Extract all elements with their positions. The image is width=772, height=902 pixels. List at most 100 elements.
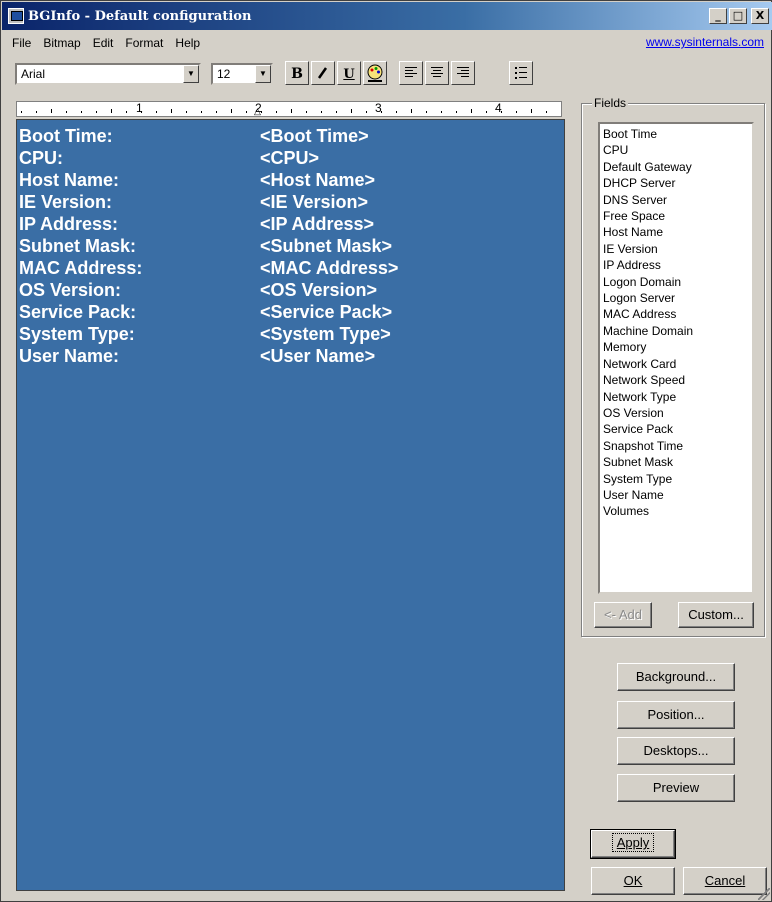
field-label: User Name:: [19, 346, 120, 366]
ruler-tick: [411, 109, 412, 113]
field-placeholder: <User Name>: [260, 346, 376, 366]
editor-line: CPU: <CPU>: [17, 147, 564, 169]
sysinternals-link[interactable]: www.sysinternals.com: [646, 35, 764, 49]
ruler-tick: [531, 109, 532, 113]
editor-line: System Type: <System Type>: [17, 323, 564, 345]
resize-grip-icon[interactable]: [758, 888, 770, 900]
add-field-button[interactable]: <- Add: [594, 602, 652, 628]
ruler-tick: [321, 111, 322, 113]
field-placeholder: <MAC Address>: [260, 258, 399, 278]
close-button[interactable]: X: [751, 8, 769, 24]
field-list-item[interactable]: Default Gateway: [603, 159, 749, 175]
align-left-icon: [405, 67, 417, 79]
field-list-item[interactable]: Volumes: [603, 503, 749, 519]
apply-button-label: Apply: [611, 833, 655, 852]
field-list-item[interactable]: Network Speed: [603, 372, 749, 388]
field-placeholder: <System Type>: [260, 324, 391, 344]
rich-text-editor[interactable]: Boot Time: <Boot Time> CPU: <CPU> Host Name:…: [16, 119, 565, 891]
menu-bitmap[interactable]: Bitmap: [37, 36, 86, 50]
field-list-item[interactable]: Network Type: [603, 389, 749, 405]
field-label: CPU:: [19, 148, 63, 168]
align-left-button[interactable]: [399, 61, 423, 85]
chevron-down-icon[interactable]: ▼: [255, 65, 271, 83]
field-label: Service Pack:: [19, 302, 137, 322]
field-list-item[interactable]: DHCP Server: [603, 175, 749, 191]
editor-line: User Name: <User Name>: [17, 345, 564, 367]
italic-button[interactable]: [311, 61, 335, 85]
fields-listbox[interactable]: Boot Time CPU Default Gateway DHCP Server DN…: [598, 122, 754, 594]
ruler-tick: [456, 111, 457, 113]
custom-field-button[interactable]: Custom...: [678, 602, 754, 628]
ruler-tick: [186, 111, 187, 113]
minimize-button[interactable]: _: [709, 8, 727, 24]
ruler-tick: [486, 111, 487, 113]
ok-button[interactable]: OK: [591, 867, 675, 895]
align-center-button[interactable]: [425, 61, 449, 85]
ruler-tick: [276, 111, 277, 113]
menu-format[interactable]: Format: [119, 36, 169, 50]
cancel-button[interactable]: Cancel: [683, 867, 767, 895]
field-list-item[interactable]: System Type: [603, 471, 749, 487]
ruler-tick: [561, 111, 562, 113]
field-list-item[interactable]: MAC Address: [603, 306, 749, 322]
title-bar[interactable]: BGInfo - Default configuration _ □ X: [2, 2, 772, 30]
position-button[interactable]: Position...: [617, 701, 735, 729]
field-placeholder: <Subnet Mask>: [260, 236, 393, 256]
field-list-item[interactable]: Network Card: [603, 356, 749, 372]
field-placeholder: <IP Address>: [260, 214, 375, 234]
align-right-button[interactable]: [451, 61, 475, 85]
field-placeholder: <OS Version>: [260, 280, 378, 300]
ruler-tick: [231, 109, 232, 113]
bold-button[interactable]: B: [285, 61, 309, 85]
underline-button[interactable]: U: [337, 61, 361, 85]
font-combo[interactable]: Arial ▼: [15, 63, 201, 85]
font-color-button[interactable]: [363, 61, 387, 85]
ruler[interactable]: 1 2 △ 3 4: [16, 101, 562, 117]
field-list-item[interactable]: IE Version: [603, 241, 749, 257]
field-label: Subnet Mask:: [19, 236, 137, 256]
field-list-item[interactable]: Snapshot Time: [603, 438, 749, 454]
ruler-tick: [516, 111, 517, 113]
indent-marker-icon[interactable]: △: [254, 106, 261, 116]
chevron-down-icon[interactable]: ▼: [183, 65, 199, 83]
editor-line: IP Address: <IP Address>: [17, 213, 564, 235]
preview-button[interactable]: Preview: [617, 774, 735, 802]
field-list-item[interactable]: Logon Domain: [603, 274, 749, 290]
editor-line: Host Name: <Host Name>: [17, 169, 564, 191]
apply-button[interactable]: Apply: [590, 829, 676, 859]
field-label: Boot Time:: [19, 126, 113, 146]
bullet-list-icon: [515, 67, 527, 79]
align-right-icon: [457, 67, 469, 79]
field-list-item[interactable]: Memory: [603, 339, 749, 355]
maximize-button[interactable]: □: [729, 8, 747, 24]
field-list-item[interactable]: OS Version: [603, 405, 749, 421]
field-list-item[interactable]: User Name: [603, 487, 749, 503]
ruler-tick: [261, 111, 262, 113]
ruler-tick: [201, 111, 202, 113]
menu-edit[interactable]: Edit: [87, 36, 120, 50]
menu-help[interactable]: Help: [169, 36, 206, 50]
ruler-tick: [126, 111, 127, 113]
bullets-button[interactable]: [509, 61, 533, 85]
field-list-item[interactable]: Subnet Mask: [603, 454, 749, 470]
background-button[interactable]: Background...: [617, 663, 735, 691]
ruler-tick: [96, 111, 97, 113]
field-list-item[interactable]: Logon Server: [603, 290, 749, 306]
field-list-item[interactable]: Service Pack: [603, 421, 749, 437]
field-list-item[interactable]: Boot Time: [603, 126, 749, 142]
field-list-item[interactable]: Host Name: [603, 224, 749, 240]
ruler-tick: [546, 111, 547, 113]
field-list-item[interactable]: Machine Domain: [603, 323, 749, 339]
field-list-item[interactable]: IP Address: [603, 257, 749, 273]
field-list-item[interactable]: Free Space: [603, 208, 749, 224]
font-size-combo[interactable]: 12 ▼: [211, 63, 273, 85]
desktops-button[interactable]: Desktops...: [617, 737, 735, 765]
field-placeholder: <CPU>: [260, 148, 320, 168]
field-list-item[interactable]: DNS Server: [603, 192, 749, 208]
field-list-item[interactable]: CPU: [603, 142, 749, 158]
field-label: IE Version:: [19, 192, 113, 212]
ruler-tick: [381, 111, 382, 113]
ruler-tick: [171, 109, 172, 113]
editor-line: MAC Address: <MAC Address>: [17, 257, 564, 279]
menu-file[interactable]: File: [6, 36, 37, 50]
